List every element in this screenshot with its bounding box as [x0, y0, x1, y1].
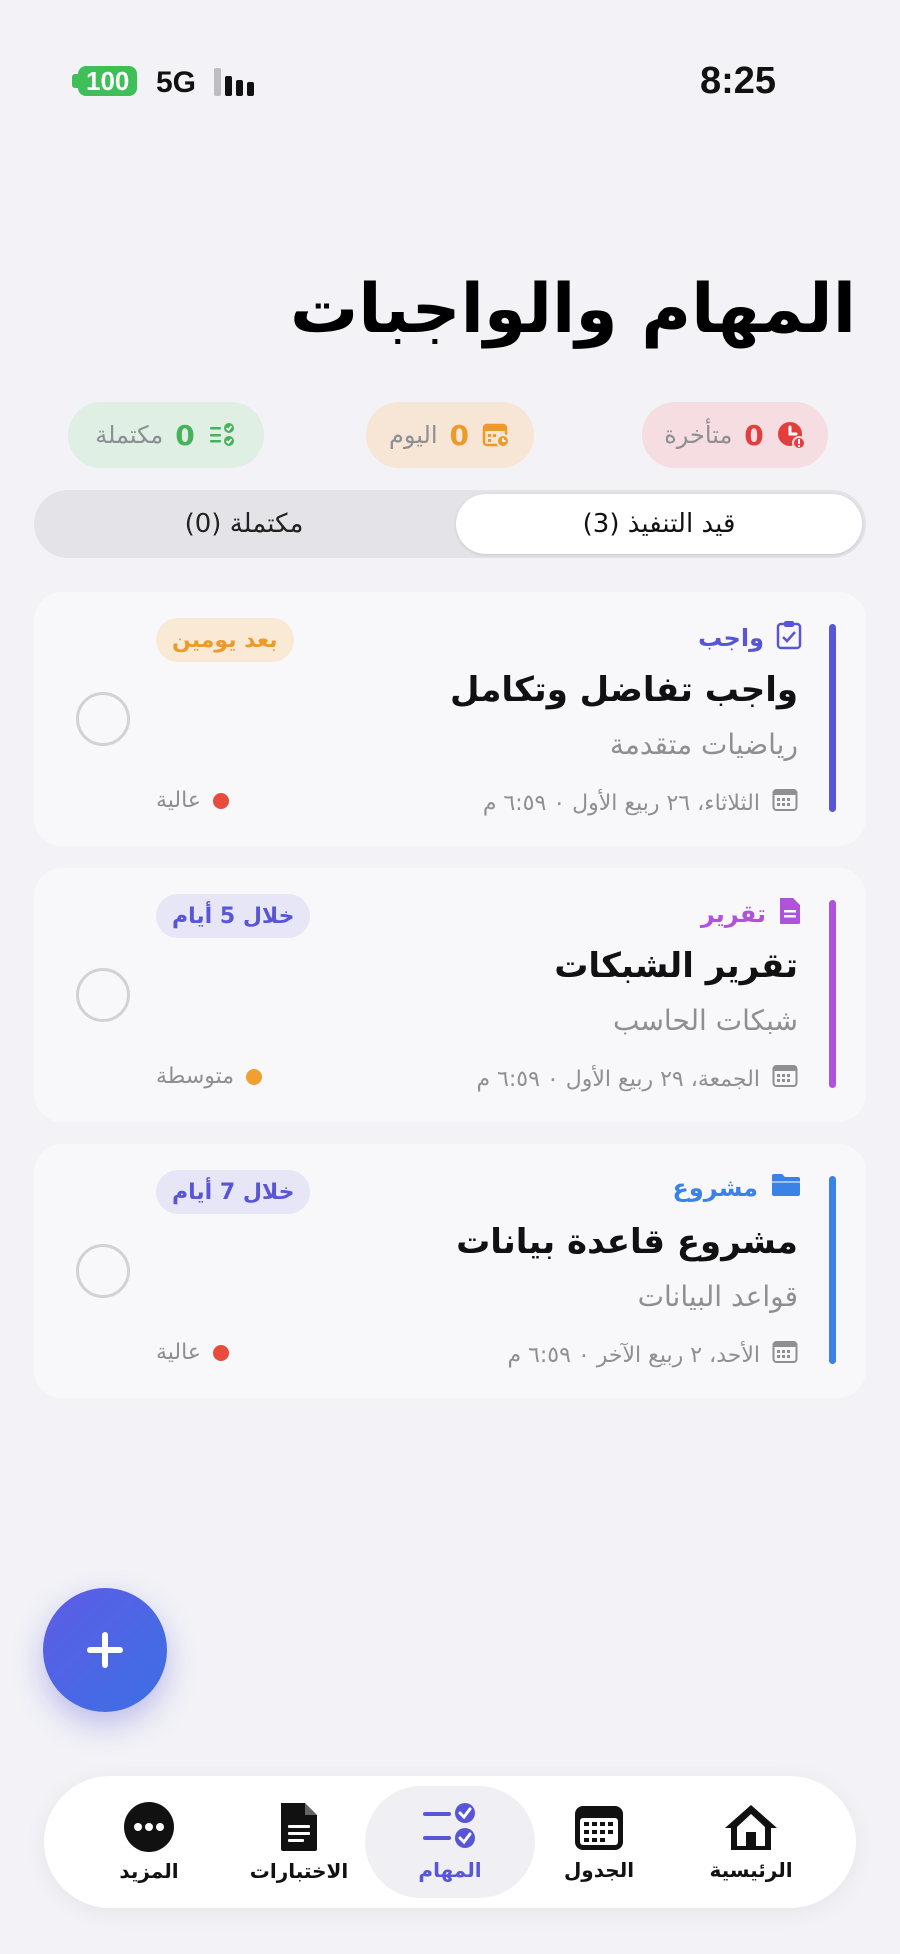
- task-complete-checkbox[interactable]: [76, 968, 130, 1022]
- task-type-label: مشروع: [672, 1174, 758, 1202]
- task-title: مشروع قاعدة بيانات: [456, 1222, 798, 1262]
- tab-more[interactable]: المزيد: [64, 1786, 234, 1898]
- battery-level: 100: [78, 66, 138, 96]
- overdue-summary[interactable]: 0 متأخرة: [642, 402, 828, 468]
- tab-exams-label: الاختبارات: [249, 1859, 349, 1883]
- today-label: اليوم: [389, 421, 438, 449]
- task-type-label: واجب: [698, 624, 764, 652]
- task-due-date: الأحد، ٢ ربيع الآخر ٠ ٦:٥٩ م: [507, 1340, 798, 1370]
- status-bar: 100 5G 8:25: [0, 60, 900, 102]
- task-title: واجب تفاضل وتكامل: [449, 670, 798, 710]
- overdue-count: 0: [744, 418, 764, 452]
- network-type: 5G: [156, 66, 197, 99]
- task-priority: متوسطة: [156, 1064, 263, 1089]
- task-priority-label: متوسطة: [156, 1064, 235, 1089]
- task-card[interactable]: تقرير تقرير الشبكات شبكات الحاسب الجمعة،…: [34, 868, 866, 1122]
- task-title: تقرير الشبكات: [554, 946, 798, 986]
- bottom-tab-bar: الرئيسية الجدول المهام الاختبارات المزيد: [44, 1776, 856, 1908]
- calendar-clock-icon: [481, 420, 511, 450]
- priority-dot: [246, 1068, 263, 1085]
- task-accent-bar: [829, 900, 836, 1088]
- task-priority: عالية: [156, 788, 229, 813]
- tab-schedule[interactable]: الجدول: [514, 1786, 684, 1898]
- task-type-label: تقرير: [700, 900, 766, 928]
- tab-home-label: الرئيسية: [709, 1858, 793, 1882]
- task-complete-checkbox[interactable]: [76, 692, 130, 746]
- calendar-icon: [772, 788, 798, 818]
- today-summary[interactable]: 0 اليوم: [366, 402, 534, 468]
- house-icon: [725, 1805, 777, 1850]
- task-accent-bar: [829, 624, 836, 812]
- add-task-button[interactable]: [43, 1588, 167, 1712]
- tab-completed[interactable]: مكتملة (0): [38, 494, 450, 554]
- task-type: مشروع: [672, 1172, 802, 1204]
- document-icon: [778, 896, 802, 932]
- checklist-icon: [207, 420, 237, 450]
- signal-icon: [214, 68, 254, 96]
- folder-icon: [770, 1172, 802, 1204]
- task-due-date: الجمعة، ٢٩ ربيع الأول ٠ ٦:٥٩ م: [476, 1064, 798, 1094]
- tab-schedule-label: الجدول: [563, 1858, 635, 1882]
- battery-indicator: 100: [72, 66, 138, 96]
- task-complete-checkbox[interactable]: [76, 1244, 130, 1298]
- task-card[interactable]: مشروع مشروع قاعدة بيانات قواعد البيانات …: [34, 1144, 866, 1398]
- task-due-text: الأحد، ٢ ربيع الآخر ٠ ٦:٥٩ م: [507, 1342, 760, 1368]
- checklist-icon: [423, 1803, 475, 1848]
- task-due-date: الثلاثاء، ٢٦ ربيع الأول ٠ ٦:٥٩ م: [483, 788, 798, 818]
- calendar-icon: [772, 1064, 798, 1094]
- task-type: تقرير: [701, 896, 802, 932]
- task-due-text: الجمعة، ٢٩ ربيع الأول ٠ ٦:٥٩ م: [476, 1066, 760, 1092]
- tab-in-progress[interactable]: قيد التنفيذ (3): [456, 494, 862, 554]
- overdue-label: متأخرة: [664, 421, 733, 449]
- clipboard-check-icon: [776, 620, 802, 656]
- document-icon: [281, 1803, 317, 1851]
- task-deadline-badge: خلال 7 أيام: [156, 1170, 311, 1214]
- tab-tasks-label: المهام: [418, 1858, 482, 1882]
- completed-label: مكتملة: [95, 421, 164, 449]
- task-accent-bar: [829, 1176, 836, 1364]
- tasks-screen: 100 5G 8:25 المهام والواجبات 0 متأخرة 0 …: [0, 0, 900, 1954]
- calendar-icon: [575, 1806, 623, 1850]
- completed-summary[interactable]: 0 مكتملة: [68, 402, 264, 468]
- task-course: شبكات الحاسب: [612, 1004, 798, 1037]
- tab-exams[interactable]: الاختبارات: [214, 1786, 384, 1898]
- page-title: المهام والواجبات: [289, 270, 856, 349]
- today-count: 0: [449, 418, 469, 452]
- task-card[interactable]: واجب واجب تفاضل وتكامل رياضيات متقدمة ال…: [34, 592, 866, 846]
- priority-dot: [212, 792, 229, 809]
- plus-icon: [87, 1632, 123, 1668]
- tab-tasks[interactable]: المهام: [365, 1786, 535, 1898]
- more-ellipsis-icon: [124, 1802, 174, 1852]
- clock: 8:25: [699, 60, 776, 102]
- task-type: واجب: [698, 620, 802, 656]
- task-priority-label: عالية: [156, 1340, 201, 1365]
- completed-count: 0: [175, 418, 195, 452]
- task-deadline-badge: خلال 5 أيام: [156, 894, 311, 938]
- task-filter-segmented-control: قيد التنفيذ (3) مكتملة (0): [34, 490, 866, 558]
- task-course: رياضيات متقدمة: [609, 728, 798, 761]
- tab-home[interactable]: الرئيسية: [666, 1786, 836, 1898]
- priority-dot: [212, 1344, 229, 1361]
- overdue-clock-icon: [776, 420, 806, 450]
- task-priority: عالية: [156, 1340, 229, 1365]
- task-priority-label: عالية: [156, 788, 201, 813]
- task-course: قواعد البيانات: [637, 1280, 798, 1313]
- calendar-icon: [772, 1340, 798, 1370]
- task-due-text: الثلاثاء، ٢٦ ربيع الأول ٠ ٦:٥٩ م: [482, 790, 760, 816]
- task-deadline-badge: بعد يومين: [156, 618, 294, 662]
- tab-more-label: المزيد: [119, 1859, 179, 1883]
